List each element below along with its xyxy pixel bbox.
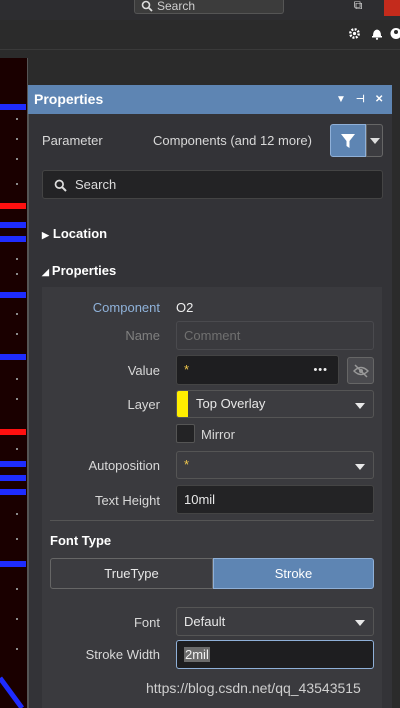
panel-menu-button[interactable]: ▼ [336,85,346,114]
panel-pin-button[interactable]: ⊣ [356,85,365,114]
filter-icon [341,134,355,148]
panel-header: Properties ▼ ⊣ ✕ [28,85,392,114]
autoposition-label: Autoposition [88,458,160,473]
gear-icon[interactable] [347,27,361,41]
search-placeholder: Search [75,177,117,192]
stroke-width-label: Stroke Width [85,647,160,662]
visibility-toggle-button[interactable] [347,357,374,384]
mirror-label: Mirror [201,427,235,442]
panel-close-button[interactable]: ✕ [375,85,383,114]
font-type-stroke-option[interactable]: Stroke [213,558,374,589]
close-window-button[interactable] [384,0,400,16]
font-select[interactable]: Default [176,607,374,636]
value-more-button[interactable]: ••• [313,356,328,384]
text-height-field[interactable]: 10mil [176,485,374,514]
value-field[interactable]: * ••• [176,355,339,385]
location-section-toggle[interactable]: ▶ Location [42,226,107,241]
font-select-value: Default [184,614,226,629]
pcb-canvas[interactable] [0,58,28,708]
properties-section-toggle[interactable]: ◢ Properties [42,263,116,278]
toolbar [0,20,400,50]
layer-label: Layer [127,397,160,412]
layer-select-value: Top Overlay [196,396,266,411]
stroke-width-value: 2mil [184,647,210,662]
restore-window-button[interactable]: ⧉ [340,0,376,14]
filter-button[interactable] [330,124,366,157]
mirror-checkbox[interactable] [176,424,195,443]
layer-select[interactable]: Top Overlay [176,390,374,418]
layer-color-swatch [177,391,188,417]
component-label: Component [92,300,160,315]
search-icon [54,179,67,192]
font-type-heading: Font Type [50,533,112,548]
panel-title: Properties [34,91,104,107]
chevron-down-icon [370,138,380,144]
eye-off-icon [353,364,369,378]
stroke-width-field[interactable]: 2mil [176,640,374,669]
autoposition-select-value: * [184,457,190,472]
search-icon [141,0,153,14]
filter-dropdown-button[interactable] [366,124,383,157]
location-section-title: Location [52,226,108,241]
global-search-input[interactable]: Search [134,0,284,14]
name-label: Name [125,328,160,343]
font-type-truetype-option[interactable]: TrueType [50,558,213,589]
value-text: * [184,362,190,377]
user-icon[interactable] [390,27,400,41]
font-label: Font [133,615,160,630]
parameter-label: Parameter [42,133,103,148]
divider [50,520,374,521]
name-field[interactable]: Comment [176,321,374,350]
properties-section-title: Properties [51,263,117,278]
global-search-placeholder: Search [157,0,196,13]
value-label: Value [127,363,160,378]
search-input[interactable]: Search [42,170,383,199]
autoposition-select[interactable]: * [176,451,374,479]
filter-summary-text: Components (and 12 more) [153,133,312,148]
watermark-text: https://blog.csdn.net/qq_43543515 [146,680,361,696]
caret-right-icon: ▶ [42,230,49,240]
bell-icon[interactable] [370,27,384,41]
component-value: O2 [176,300,194,315]
text-height-label: Text Height [94,493,160,508]
caret-down-icon: ◢ [42,267,49,277]
